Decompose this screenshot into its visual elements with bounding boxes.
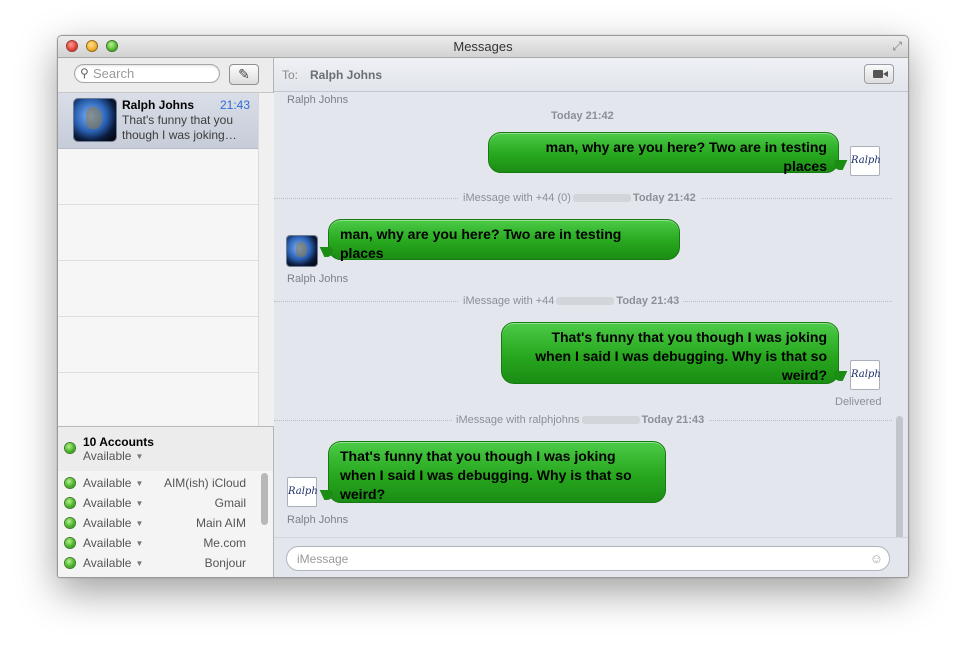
recipient-bar: To: Ralph Johns xyxy=(274,58,908,92)
status-available-icon xyxy=(65,498,75,508)
search-bar: ⚲ ✎ xyxy=(58,58,273,93)
account-status-label: Available xyxy=(83,496,132,510)
video-camera-icon xyxy=(873,70,888,78)
sender-label: Ralph Johns xyxy=(287,273,349,285)
account-status-label: Available xyxy=(83,536,132,550)
service-label: iMessage with +44 (0) xyxy=(463,192,571,204)
chevron-down-icon: ▼ xyxy=(135,519,144,528)
sender-label: Ralph Johns xyxy=(287,94,349,106)
status-available-icon xyxy=(65,518,75,528)
service-label: iMessage with +44 xyxy=(463,295,555,307)
my-avatar: Ralph xyxy=(850,360,881,390)
account-status[interactable]: Available ▼ xyxy=(83,476,143,490)
outgoing-message-bubble[interactable]: man, why are you here? Two are in testin… xyxy=(488,132,839,174)
transcript-scrollbar[interactable] xyxy=(896,416,903,546)
separator-time: Today 21:43 xyxy=(641,414,705,426)
service-separator: iMessage with ralphjohns Today 21:43 xyxy=(452,414,709,426)
accounts-header[interactable]: 10 Accounts Available ▼ xyxy=(58,426,273,472)
accounts-status[interactable]: Available ▼ xyxy=(83,449,143,463)
title-bar: Messages ⤢ xyxy=(58,36,908,58)
status-available-icon xyxy=(65,478,75,488)
conversation-avatar xyxy=(74,99,116,141)
window-title: Messages xyxy=(453,39,513,54)
status-available-icon xyxy=(65,538,75,548)
account-row[interactable]: Available ▼ AIM(ish) iCloud xyxy=(58,473,258,493)
sidebar: ⚲ ✎ Ralph Johns 21:43 That's funny that … xyxy=(58,58,274,577)
timestamp: Today 21:42 xyxy=(551,110,614,122)
redacted-text xyxy=(572,194,631,203)
chevron-down-icon: ▼ xyxy=(135,479,144,488)
account-status-label: Available xyxy=(83,476,132,490)
account-name: Main AIM xyxy=(195,516,246,530)
conversation-preview: That's funny that you though I was jokin… xyxy=(122,113,237,142)
accounts-count: 10 Accounts xyxy=(83,435,154,449)
accounts-status-label: Available xyxy=(83,449,132,463)
empty-conversation-row xyxy=(58,317,258,373)
fullscreen-icon[interactable]: ⤢ xyxy=(892,39,902,54)
service-separator: iMessage with +44 (0) Today 21:42 xyxy=(459,192,700,204)
account-row[interactable]: Available ▼ Main AIM xyxy=(58,513,258,533)
account-row[interactable]: Available ▼ Me.com xyxy=(58,533,258,553)
chevron-down-icon: ▼ xyxy=(135,539,144,548)
account-name: Gmail xyxy=(214,496,246,510)
conversation-scroll-track[interactable] xyxy=(258,93,274,426)
account-name: Bonjour xyxy=(204,556,246,570)
recipient-name[interactable]: Ralph Johns xyxy=(310,68,382,82)
my-avatar: Ralph xyxy=(850,146,881,176)
account-list: Available ▼ AIM(ish) iCloud Available ▼ Gm… xyxy=(58,471,273,577)
account-name: AIM(ish) iCloud xyxy=(163,476,246,490)
redacted-text xyxy=(581,416,640,425)
messages-window: Messages ⤢ ⚲ ✎ Ralph Johns 21:43 That's … xyxy=(57,35,909,578)
empty-conversation-row xyxy=(58,205,258,261)
service-separator: iMessage with +44 Today 21:43 xyxy=(459,295,684,307)
account-status-label: Available xyxy=(83,556,132,570)
empty-conversation-row xyxy=(58,373,258,425)
contact-avatar: Ralph xyxy=(287,477,318,507)
account-status[interactable]: Available ▼ xyxy=(83,556,143,570)
search-input[interactable] xyxy=(93,66,213,81)
incoming-message-bubble[interactable]: man, why are you here? Two are in testin… xyxy=(328,219,680,261)
conversation-list: Ralph Johns 21:43 That's funny that you … xyxy=(58,93,258,426)
to-label: To: xyxy=(282,68,299,82)
compose-area: ☺ xyxy=(274,537,908,577)
conversation-name: Ralph Johns xyxy=(122,98,195,112)
conversation-time: 21:43 xyxy=(219,98,250,112)
chevron-down-icon: ▼ xyxy=(135,499,144,508)
account-row[interactable]: Available ▼ Gmail xyxy=(58,493,258,513)
account-status[interactable]: Available ▼ xyxy=(83,496,143,510)
redacted-text xyxy=(556,297,615,306)
empty-conversation-row xyxy=(58,261,258,317)
account-name: Me.com xyxy=(203,536,246,550)
incoming-message-bubble[interactable]: That's funny that you though I was jokin… xyxy=(328,441,666,503)
video-call-button[interactable] xyxy=(864,64,894,84)
search-icon: ⚲ xyxy=(80,66,89,80)
conversation-item[interactable]: Ralph Johns 21:43 That's funny that you … xyxy=(58,93,258,149)
account-row[interactable]: Available ▼ Bonjour xyxy=(58,553,258,573)
empty-conversation-row xyxy=(58,149,258,205)
search-field[interactable]: ⚲ xyxy=(74,64,220,83)
status-available-icon xyxy=(65,558,75,568)
outgoing-message-bubble[interactable]: That's funny that you though I was jokin… xyxy=(501,322,839,384)
chevron-down-icon: ▼ xyxy=(135,559,144,568)
sender-label: Ralph Johns xyxy=(287,514,349,526)
compose-icon: ✎ xyxy=(238,66,250,82)
accounts-scrollbar[interactable] xyxy=(261,473,268,525)
contact-avatar xyxy=(287,236,317,266)
account-status-label: Available xyxy=(83,516,132,530)
status-available-icon xyxy=(65,443,75,453)
compose-button[interactable]: ✎ xyxy=(229,64,259,85)
account-status[interactable]: Available ▼ xyxy=(83,536,143,550)
separator-time: Today 21:42 xyxy=(632,192,696,204)
conversation-pane: To: Ralph Johns Ralph Johns Today 21:42 … xyxy=(274,58,908,577)
smiley-icon[interactable]: ☺ xyxy=(870,551,883,566)
chevron-down-icon: ▼ xyxy=(135,452,144,461)
delivered-status: Delivered xyxy=(835,396,882,408)
message-transcript: Ralph Johns Today 21:42 man, why are you… xyxy=(274,92,894,537)
message-input[interactable] xyxy=(297,552,837,566)
message-field[interactable]: ☺ xyxy=(286,546,890,571)
separator-time: Today 21:43 xyxy=(616,295,680,307)
service-label: iMessage with ralphjohns xyxy=(456,414,580,426)
account-status[interactable]: Available ▼ xyxy=(83,516,143,530)
